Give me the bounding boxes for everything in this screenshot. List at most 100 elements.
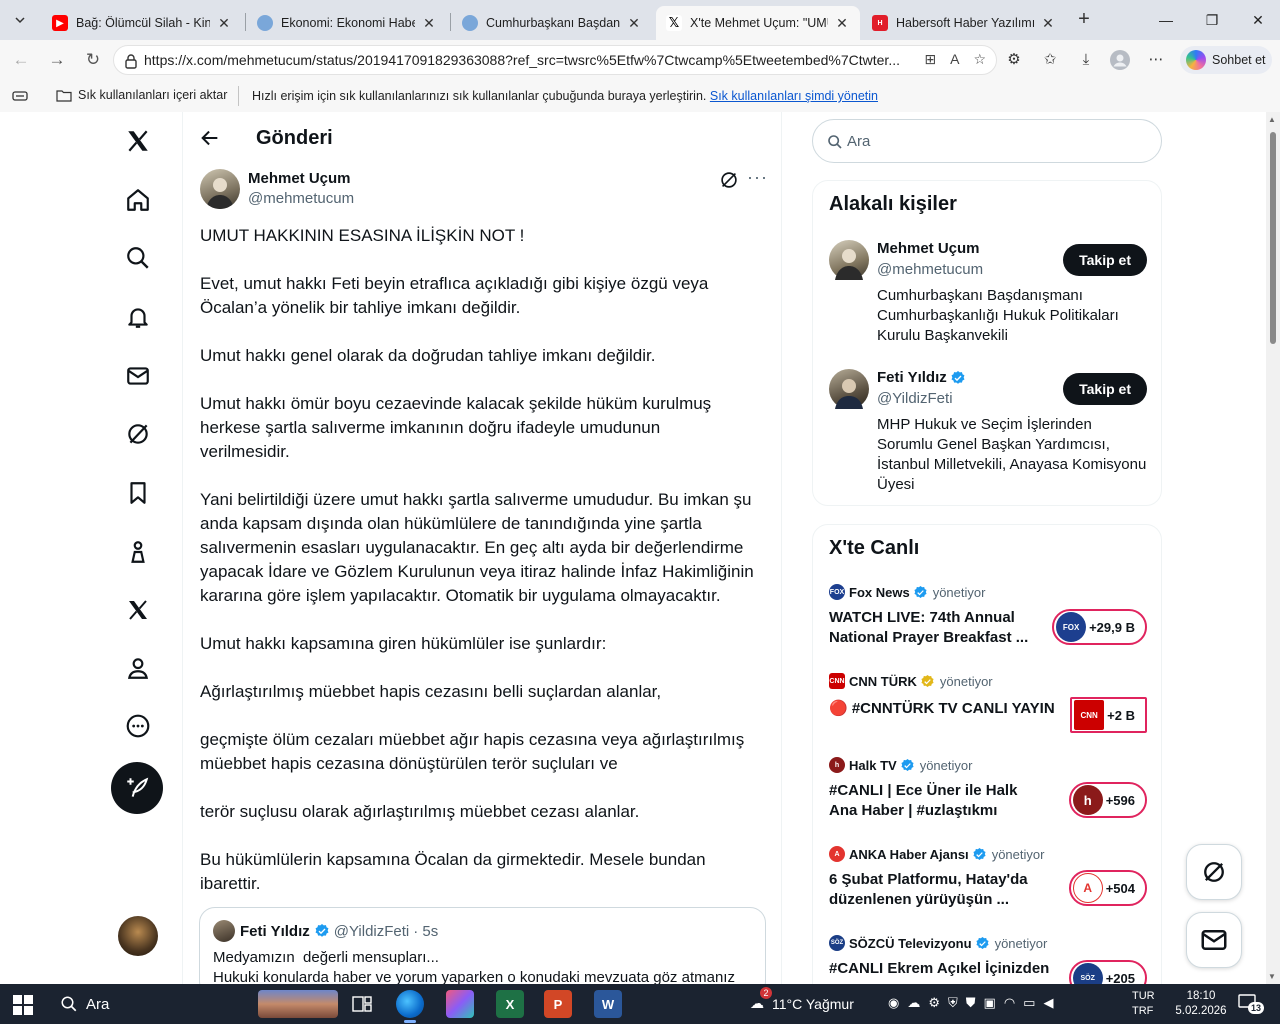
notification-center-button[interactable]: 13: [1238, 994, 1265, 1014]
quoted-author-avatar: [213, 920, 235, 942]
author-name[interactable]: Mehmet Uçum: [248, 170, 351, 187]
live-listeners-pill[interactable]: h +596: [1068, 782, 1147, 818]
related-person[interactable]: Feti Yıldız @YildizFeti Takip et MHP Huk…: [829, 369, 1147, 499]
live-item[interactable]: FOX Fox News yönetiyor WATCH LIVE: 74th …: [829, 584, 1147, 656]
account-avatar[interactable]: [118, 916, 158, 956]
messages-float-button[interactable]: [1186, 912, 1242, 968]
live-item[interactable]: SÖZ SÖZCÜ Televizyonu yönetiyor #CANLI E…: [829, 935, 1147, 984]
scroll-down-icon[interactable]: ▼: [1268, 972, 1276, 981]
manage-favorites-link[interactable]: Sık kullanılanları şimdi yönetin: [710, 89, 878, 103]
wifi-icon[interactable]: ◠: [1004, 995, 1015, 1011]
antivirus-icon[interactable]: ⛊: [966, 995, 976, 1011]
apps-icon[interactable]: ⊞: [924, 51, 936, 68]
search-input[interactable]: Ara: [812, 119, 1162, 163]
live-listeners-pill[interactable]: FOX +29,9 B: [1052, 609, 1147, 645]
minimize-button[interactable]: —: [1154, 8, 1178, 32]
compose-post-button[interactable]: [111, 762, 163, 814]
read-aloud-icon[interactable]: A: [950, 51, 959, 68]
clock-time: 18:10: [1186, 990, 1216, 1002]
grok-icon[interactable]: [718, 169, 740, 191]
tab-x-post[interactable]: 𝕏 X'te Mehmet Uçum: "UMUT ✕: [656, 6, 860, 40]
nav-profile[interactable]: [123, 653, 153, 683]
restore-button[interactable]: ❐: [1200, 8, 1224, 32]
copilot-tray-icon[interactable]: ◉: [888, 995, 899, 1011]
nav-home[interactable]: [123, 185, 153, 215]
refresh-button[interactable]: ↻: [80, 48, 106, 72]
taskbar-search[interactable]: Ara: [48, 988, 338, 1020]
author-avatar[interactable]: [200, 169, 240, 209]
back-arrow-icon[interactable]: [199, 127, 221, 149]
person-avatar[interactable]: [829, 369, 869, 409]
nav-jobs[interactable]: [123, 537, 153, 567]
page-scrollbar[interactable]: ▲ ▼: [1266, 112, 1280, 984]
extensions-icon[interactable]: ⚙: [1004, 50, 1024, 70]
quoted-post[interactable]: Feti Yıldız @YildizFeti · 5s Medyamızın …: [199, 907, 766, 984]
hardware-icon[interactable]: ▣: [984, 995, 996, 1011]
nav-notifications[interactable]: [123, 302, 153, 332]
close-tab-icon[interactable]: ✕: [834, 15, 850, 32]
word-icon[interactable]: W: [594, 990, 622, 1018]
x-home-logo[interactable]: [123, 126, 153, 156]
author-handle[interactable]: @mehmetucum: [248, 190, 354, 207]
post-column: Gönderi Mehmet Uçum @mehmetucum ··· UMUT…: [182, 112, 782, 984]
grok-float-button[interactable]: [1186, 844, 1242, 900]
cloud-sync-icon[interactable]: ☁: [907, 995, 920, 1011]
scrollbar-thumb[interactable]: [1270, 132, 1276, 344]
close-window-button[interactable]: ✕: [1246, 8, 1270, 32]
live-item[interactable]: CNN CNN TÜRK yönetiyor 🔴 #CNNTÜRK TV CAN…: [829, 673, 1147, 743]
halk-tv-logo-icon: h: [1072, 785, 1103, 815]
scroll-up-icon[interactable]: ▲: [1268, 115, 1276, 124]
edge-taskbar-icon[interactable]: [396, 990, 424, 1023]
address-bar[interactable]: https://x.com/mehmetucum/status/20194170…: [113, 45, 997, 75]
profile-avatar[interactable]: [1110, 50, 1130, 70]
live-listeners-pill[interactable]: SÖZ +205: [1068, 960, 1147, 984]
close-tab-icon[interactable]: ✕: [216, 15, 232, 32]
windows-start-icon[interactable]: [12, 994, 34, 1016]
volume-icon[interactable]: ◀: [1043, 995, 1053, 1011]
input-language[interactable]: TUR TRF: [1132, 989, 1155, 1019]
favorites-icon[interactable]: ✩: [1040, 50, 1060, 70]
nav-messages[interactable]: [123, 361, 153, 391]
forward-button[interactable]: →: [44, 48, 70, 72]
related-person[interactable]: Mehmet Uçum @mehmetucum Takip et Cumhurb…: [829, 240, 1147, 350]
close-tab-icon[interactable]: ✕: [626, 15, 642, 32]
settings-more-icon[interactable]: ⋯: [1146, 50, 1166, 70]
copilot-taskbar-icon[interactable]: [446, 990, 474, 1018]
battery-icon[interactable]: ▭: [1023, 995, 1035, 1011]
task-view-icon[interactable]: [348, 990, 376, 1018]
close-tab-icon[interactable]: ✕: [421, 15, 437, 32]
tab-actions-menu-button[interactable]: [6, 6, 34, 34]
close-tab-icon[interactable]: ✕: [1040, 15, 1056, 32]
live-item[interactable]: A ANKA Haber Ajansı yönetiyor 6 Şubat Pl…: [829, 846, 1147, 918]
downloads-icon[interactable]: ⤓: [1076, 50, 1096, 70]
excel-icon[interactable]: X: [496, 990, 524, 1018]
live-listeners-pill[interactable]: A +504: [1068, 870, 1147, 906]
tab-habersoft[interactable]: H Habersoft Haber Yazılımı ✕: [862, 6, 1066, 40]
tab-youtube[interactable]: ▶ Bağ: Ölümcül Silah - Kin | Tu ✕: [42, 6, 242, 40]
new-tab-button[interactable]: +: [1072, 8, 1096, 32]
tab-cumhurbaskani[interactable]: Cumhurbaşkanı Başdanışma ✕: [452, 6, 652, 40]
import-favorites-link[interactable]: Sık kullanılanları içeri aktar: [56, 88, 227, 102]
live-host-role: yönetiyor: [994, 935, 1048, 951]
follow-button[interactable]: Takip et: [1063, 244, 1147, 276]
clock[interactable]: 18:10 5.02.2026: [1170, 989, 1232, 1019]
live-item[interactable]: h Halk TV yönetiyor #CANLI | Ece Üner il…: [829, 757, 1147, 829]
back-button[interactable]: ←: [8, 48, 34, 72]
app-tray-icon[interactable]: ⚙: [928, 995, 940, 1011]
tab-ekonomi[interactable]: Ekonomi: Ekonomi Haberler ✕: [247, 6, 447, 40]
powerpoint-icon[interactable]: P: [544, 990, 572, 1018]
nav-premium[interactable]: [123, 595, 153, 625]
post-more-icon[interactable]: ···: [747, 168, 767, 190]
nav-grok[interactable]: [123, 419, 153, 449]
nav-more[interactable]: [123, 711, 153, 741]
favorite-star-icon[interactable]: ☆: [973, 51, 986, 68]
copilot-chat-button[interactable]: Sohbet et: [1180, 46, 1272, 74]
person-avatar[interactable]: [829, 240, 869, 280]
shield-icon[interactable]: ⛨: [948, 995, 958, 1011]
nav-explore[interactable]: [123, 243, 153, 273]
nav-bookmarks[interactable]: [123, 478, 153, 508]
cnn-turk-logo-icon: CNN: [1074, 700, 1105, 730]
follow-button[interactable]: Takip et: [1063, 373, 1147, 405]
weather-widget[interactable]: ☁ 2 11°C Yağmur: [750, 987, 854, 1012]
live-listeners-pill[interactable]: CNN +2 B: [1070, 697, 1147, 733]
